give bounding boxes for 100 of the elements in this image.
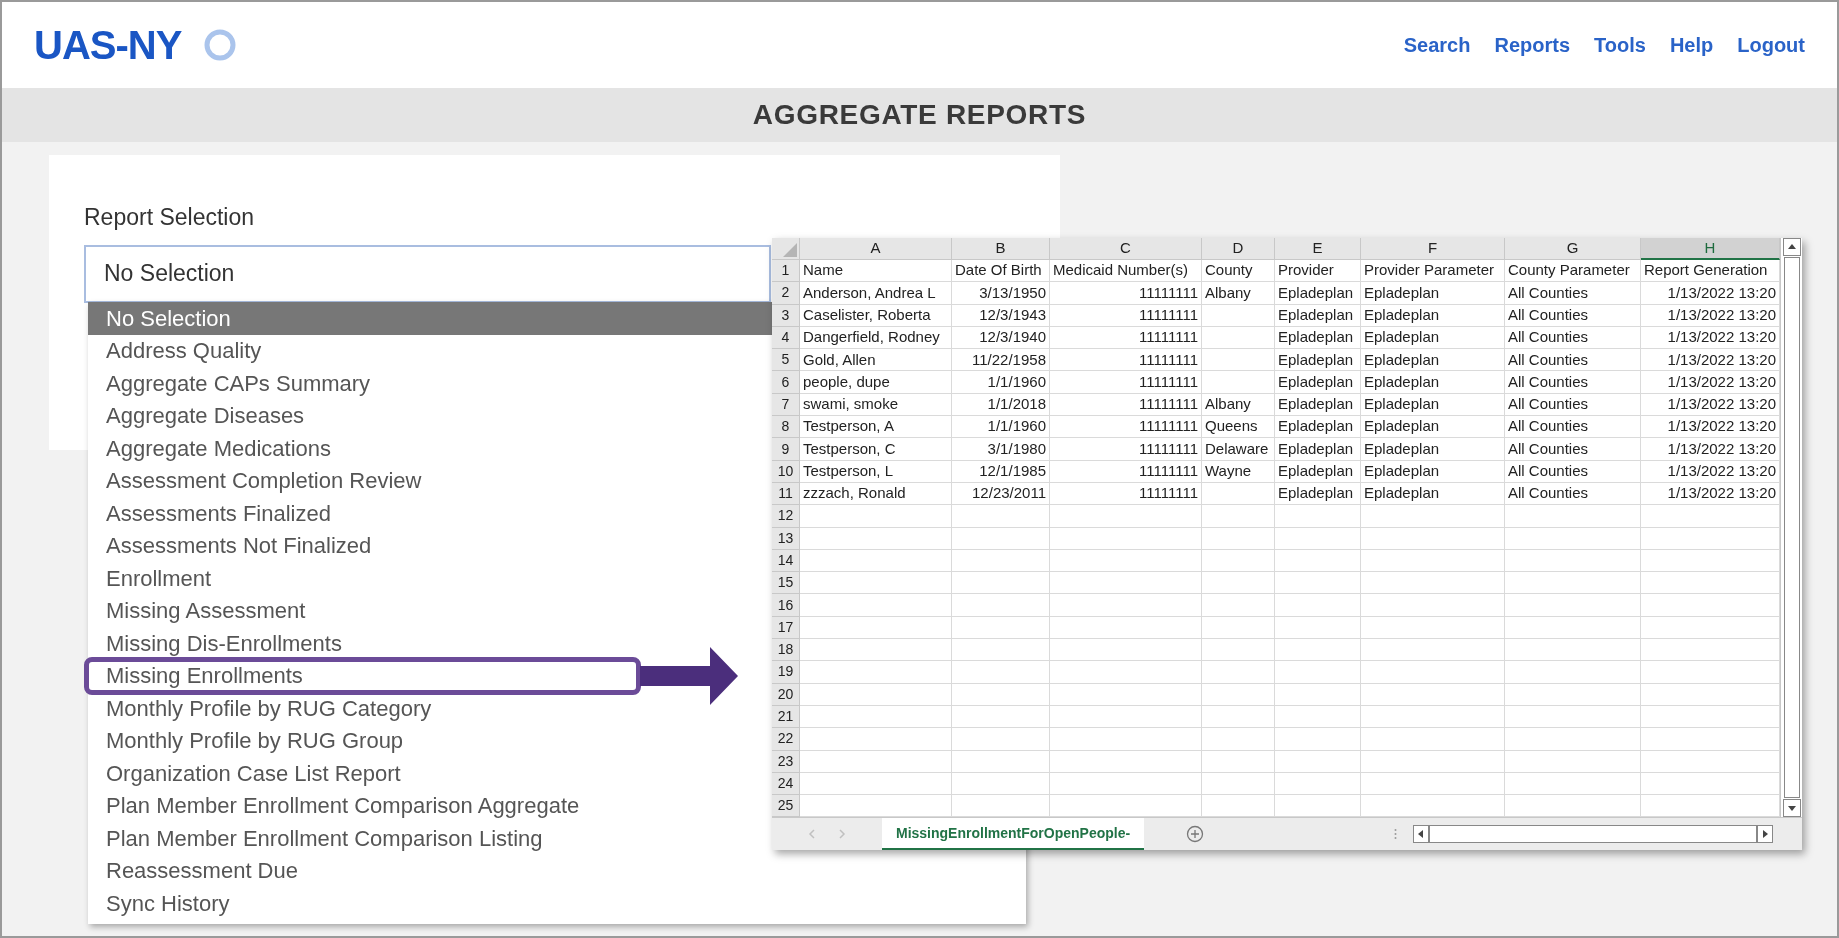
row-number[interactable]: 9 [772, 438, 800, 461]
table-cell: Delaware [1202, 438, 1275, 461]
column-header[interactable]: D [1202, 238, 1275, 260]
dropdown-option[interactable]: Assessment Completion Review [88, 467, 440, 494]
table-cell: 11111111 [1050, 282, 1202, 305]
scroll-right-icon[interactable] [1757, 825, 1774, 844]
dropdown-option[interactable]: Monthly Profile by RUG Category [88, 695, 450, 722]
row-number[interactable]: 4 [772, 326, 800, 350]
table-cell: Caselister, Roberta [800, 304, 952, 327]
row-number[interactable]: 12 [772, 505, 800, 528]
dropdown-option[interactable]: Address Quality [88, 337, 280, 364]
row-number[interactable]: 1 [772, 260, 800, 283]
column-header[interactable]: E [1275, 238, 1361, 260]
table-cell: 1/1/1960 [952, 371, 1050, 394]
dropdown-option[interactable]: Assessments Not Finalized [88, 532, 390, 559]
row-number[interactable]: 17 [772, 616, 800, 640]
row-number[interactable]: 20 [772, 683, 800, 706]
table-cell: Albany [1202, 393, 1275, 417]
table-cell: Epladeplan [1275, 416, 1361, 439]
dropdown-option[interactable]: Missing Assessment [88, 597, 324, 624]
table-cell: 11111111 [1050, 416, 1202, 439]
table-cell: people, dupe [800, 371, 952, 394]
scroll-down-icon[interactable] [1782, 799, 1801, 818]
row-number[interactable]: 15 [772, 572, 800, 595]
dropdown-option[interactable]: Assessments Finalized [88, 500, 349, 527]
table-cell: Date Of Birth [952, 260, 1050, 283]
row-number[interactable]: 7 [772, 393, 800, 417]
splitter-icon[interactable] [1394, 828, 1398, 841]
table-cell: 3/13/1950 [952, 282, 1050, 305]
dropdown-option[interactable]: Aggregate Medications [88, 435, 350, 462]
dropdown-option[interactable]: Missing Enrollments [89, 662, 320, 689]
logo: UAS-NY [34, 22, 182, 69]
sheet-tab[interactable]: MissingEnrollmentForOpenPeople- [882, 818, 1145, 850]
table-cell: 1/1/1960 [952, 416, 1050, 439]
column-header[interactable]: G [1505, 238, 1641, 260]
column-header[interactable]: A [800, 238, 952, 260]
table-cell: 11111111 [1050, 349, 1202, 372]
table-cell: Epladeplan [1361, 371, 1505, 394]
table-cell: swami, smoke [800, 393, 952, 417]
table-cell: Epladeplan [1275, 460, 1361, 483]
dropdown-option[interactable]: Monthly Profile by RUG Group [88, 727, 422, 754]
table-cell: County [1202, 260, 1275, 283]
table-cell: Epladeplan [1361, 416, 1505, 439]
dropdown-option[interactable]: Sync History [88, 890, 248, 917]
row-number[interactable]: 18 [772, 639, 800, 662]
column-header[interactable]: C [1050, 238, 1202, 260]
row-number[interactable]: 10 [772, 460, 800, 483]
table-cell: County Parameter [1505, 260, 1641, 283]
table-cell: Epladeplan [1361, 438, 1505, 461]
row-number[interactable]: 14 [772, 549, 800, 573]
add-sheet-icon[interactable] [1186, 825, 1205, 844]
table-cell: Epladeplan [1361, 282, 1505, 305]
table-cell: Epladeplan [1275, 482, 1361, 506]
table-cell: Epladeplan [1361, 326, 1505, 350]
row-number[interactable]: 25 [772, 795, 800, 818]
row-number[interactable]: 11 [772, 482, 800, 506]
dropdown-option[interactable]: Plan Member Enrollment Comparison Aggregate [88, 792, 598, 819]
table-cell: Gold, Allen [800, 349, 952, 372]
table-cell: 12/3/1943 [952, 304, 1050, 327]
column-header[interactable]: F [1361, 238, 1505, 260]
dropdown-option[interactable]: No Selection [88, 302, 772, 335]
column-header[interactable]: B [952, 238, 1050, 260]
table-cell: Testperson, L [800, 460, 952, 483]
dropdown-option[interactable]: Missing Dis-Enrollments [88, 630, 360, 657]
page-title: AGGREGATE REPORTS [752, 98, 1087, 132]
nav-link[interactable]: Reports [1494, 30, 1571, 60]
row-number[interactable]: 6 [772, 371, 800, 394]
scrollbar-thumb[interactable] [1783, 257, 1800, 799]
table-cell: Epladeplan [1275, 349, 1361, 372]
dropdown-option[interactable]: Plan Member Enrollment Comparison Listing [88, 825, 561, 852]
nav-link[interactable]: Search [1403, 30, 1471, 60]
table-cell: Epladeplan [1361, 482, 1505, 506]
table-cell: 12/1/1985 [952, 460, 1050, 483]
row-number[interactable]: 24 [772, 772, 800, 796]
nav-link[interactable]: Logout [1737, 30, 1805, 60]
row-number[interactable]: 23 [772, 750, 800, 773]
scroll-up-icon[interactable] [1782, 238, 1801, 256]
table-cell: Testperson, A [800, 416, 952, 439]
nav-link[interactable]: Tools [1594, 30, 1646, 60]
dropdown-option[interactable]: Aggregate Diseases [88, 402, 323, 429]
row-number[interactable]: 2 [772, 282, 800, 305]
dropdown-option[interactable]: Organization Case List Report [88, 760, 419, 787]
dropdown-option[interactable]: Aggregate CAPs Summary [88, 370, 389, 397]
table-cell: 12/3/1940 [952, 326, 1050, 350]
row-number[interactable]: 19 [772, 661, 800, 684]
table-cell: All Counties [1505, 282, 1641, 305]
dropdown-option[interactable]: Reassessment Due [88, 857, 316, 884]
row-number[interactable]: 3 [772, 304, 800, 327]
column-header[interactable]: H [1641, 238, 1780, 260]
nav-link[interactable]: Help [1669, 30, 1714, 60]
scroll-left-icon[interactable] [1413, 825, 1430, 844]
table-cell: All Counties [1505, 326, 1641, 350]
row-number[interactable]: 5 [772, 349, 800, 372]
dropdown-option[interactable]: Enrollment [88, 565, 230, 592]
row-number[interactable]: 13 [772, 527, 800, 550]
row-number[interactable]: 21 [772, 705, 800, 729]
row-number[interactable]: 8 [772, 416, 800, 439]
row-number[interactable]: 16 [772, 594, 800, 617]
row-number[interactable]: 22 [772, 728, 800, 751]
scrollbar-thumb[interactable] [1429, 825, 1758, 844]
